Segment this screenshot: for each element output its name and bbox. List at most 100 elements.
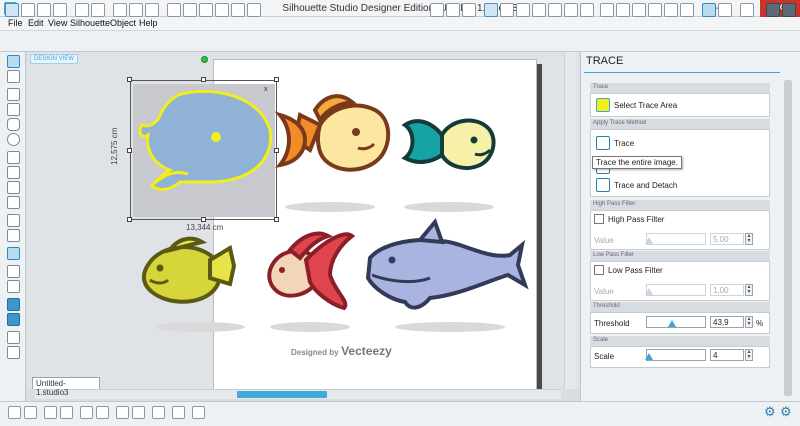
ellipse-tool-icon[interactable]	[7, 133, 20, 146]
rotate-handle[interactable]	[201, 56, 208, 63]
trace-icon[interactable]	[702, 3, 716, 17]
threshold-spinner[interactable]: ▴ ▾	[745, 316, 753, 328]
smooth-freehand-icon[interactable]	[7, 196, 20, 209]
high-pass-spinner[interactable]: ▴ ▾	[745, 233, 753, 245]
zoom-select-icon[interactable]	[231, 3, 245, 17]
replicate-icon[interactable]	[616, 3, 630, 17]
delete-icon[interactable]	[96, 406, 109, 419]
panel-scrollbar[interactable]	[784, 80, 792, 396]
undo-icon[interactable]	[167, 3, 181, 17]
fill-color-icon[interactable]	[548, 3, 562, 17]
print-cut-icon[interactable]	[91, 3, 105, 17]
threshold-slider-thumb[interactable]	[668, 320, 677, 327]
select-trace-area-button[interactable]: Select Trace Area	[614, 101, 677, 110]
library-view-icon[interactable]	[7, 313, 20, 326]
shape-library-icon[interactable]	[500, 3, 514, 17]
text-tool-icon[interactable]	[7, 247, 20, 260]
rounded-rect-tool-icon[interactable]	[7, 118, 20, 131]
knife-tool-icon[interactable]	[7, 280, 20, 293]
select-tool-icon[interactable]	[7, 55, 20, 68]
page-settings-icon[interactable]	[430, 3, 444, 17]
menu-edit[interactable]: Edit	[28, 18, 44, 28]
ungroup-icon[interactable]	[24, 406, 37, 419]
menu-file[interactable]: File	[8, 18, 23, 28]
zoom-out-icon[interactable]	[215, 3, 229, 17]
high-pass-slider-thumb[interactable]	[645, 237, 653, 244]
weld-icon[interactable]	[116, 406, 129, 419]
select-trace-area-icon[interactable]	[596, 98, 610, 112]
grid-icon[interactable]	[446, 3, 460, 17]
trace-button[interactable]: Trace	[614, 139, 634, 148]
registration-icon[interactable]	[462, 3, 476, 17]
save-as-icon[interactable]	[53, 3, 67, 17]
horizontal-scroll-thumb[interactable]	[237, 391, 327, 398]
release-compound-icon[interactable]	[80, 406, 93, 419]
polygon-tool-icon[interactable]	[7, 151, 20, 164]
rotate-panel-icon[interactable]	[516, 3, 530, 17]
scale-slider-thumb[interactable]	[645, 353, 653, 360]
vertical-scrollbar[interactable]	[564, 52, 576, 389]
regular-polygon-icon[interactable]	[7, 229, 20, 242]
line-color-icon[interactable]	[564, 3, 578, 17]
arc-tool-icon[interactable]	[7, 214, 20, 227]
print-icon[interactable]	[75, 3, 89, 17]
trace-icon[interactable]	[596, 136, 610, 150]
offset-icon[interactable]	[648, 3, 662, 17]
preferences-gear-icon[interactable]: ⚙	[780, 404, 792, 420]
star-icon[interactable]	[532, 3, 546, 17]
text-style-icon[interactable]	[664, 3, 678, 17]
eraser-icon[interactable]	[766, 3, 780, 17]
store-icon[interactable]	[7, 331, 20, 344]
edit-points-icon[interactable]	[7, 70, 20, 83]
pan-icon[interactable]	[183, 3, 197, 17]
design-view-icon[interactable]	[7, 298, 20, 311]
menu-view[interactable]: View	[48, 18, 67, 28]
mirror-icon[interactable]	[172, 406, 185, 419]
cut-settings-icon[interactable]	[718, 3, 732, 17]
freehand-tool-icon[interactable]	[7, 181, 20, 194]
document-tab[interactable]: Untitled-1.studio3	[32, 377, 100, 397]
open-icon[interactable]	[21, 3, 35, 17]
scale-spinner[interactable]: ▴ ▾	[745, 349, 753, 361]
high-pass-checkbox[interactable]	[594, 214, 604, 224]
bring-front-icon[interactable]	[132, 406, 145, 419]
copy-icon[interactable]	[129, 3, 143, 17]
warp-icon[interactable]	[680, 3, 694, 17]
low-pass-slider-thumb[interactable]	[645, 288, 653, 295]
line-tool-icon[interactable]	[7, 88, 20, 101]
modify-icon[interactable]	[632, 3, 646, 17]
eraser-tool-icon[interactable]	[7, 265, 20, 278]
crop-icon[interactable]	[192, 406, 205, 419]
layout-icon[interactable]	[7, 346, 20, 359]
settings-gear-icon[interactable]: ⚙	[764, 404, 776, 420]
paste-icon[interactable]	[145, 3, 159, 17]
scale-value-input[interactable]: 4	[710, 349, 744, 361]
threshold-value-input[interactable]: 43,9	[710, 316, 744, 328]
zoom-fit-icon[interactable]	[247, 3, 261, 17]
high-pass-slider[interactable]	[646, 233, 706, 245]
knife-icon[interactable]	[782, 3, 796, 17]
draw-shapes-icon[interactable]	[484, 3, 498, 17]
compound-path-icon[interactable]	[60, 406, 73, 419]
trace-and-detach-icon[interactable]	[596, 178, 610, 192]
cut-icon[interactable]	[113, 3, 127, 17]
line-style-icon[interactable]	[580, 3, 594, 17]
menu-object[interactable]: Object	[110, 18, 136, 28]
curve-tool-icon[interactable]	[7, 166, 20, 179]
menu-silhouette[interactable]: Silhouette	[70, 18, 110, 28]
send-back-icon[interactable]	[152, 406, 165, 419]
duplicate-icon[interactable]	[44, 406, 57, 419]
low-pass-spinner[interactable]: ▴ ▾	[745, 284, 753, 296]
menu-help[interactable]: Help	[139, 18, 158, 28]
high-pass-value-input[interactable]: 5,00	[710, 233, 744, 245]
send-icon[interactable]	[740, 3, 754, 17]
save-icon[interactable]	[37, 3, 51, 17]
new-icon[interactable]	[5, 3, 19, 17]
group-icon[interactable]	[8, 406, 21, 419]
scale-slider[interactable]	[646, 349, 706, 361]
low-pass-slider[interactable]	[646, 284, 706, 296]
low-pass-checkbox[interactable]	[594, 265, 604, 275]
trace-and-detach-button[interactable]: Trace and Detach	[614, 181, 677, 190]
zoom-in-icon[interactable]	[199, 3, 213, 17]
transform-icon[interactable]	[600, 3, 614, 17]
